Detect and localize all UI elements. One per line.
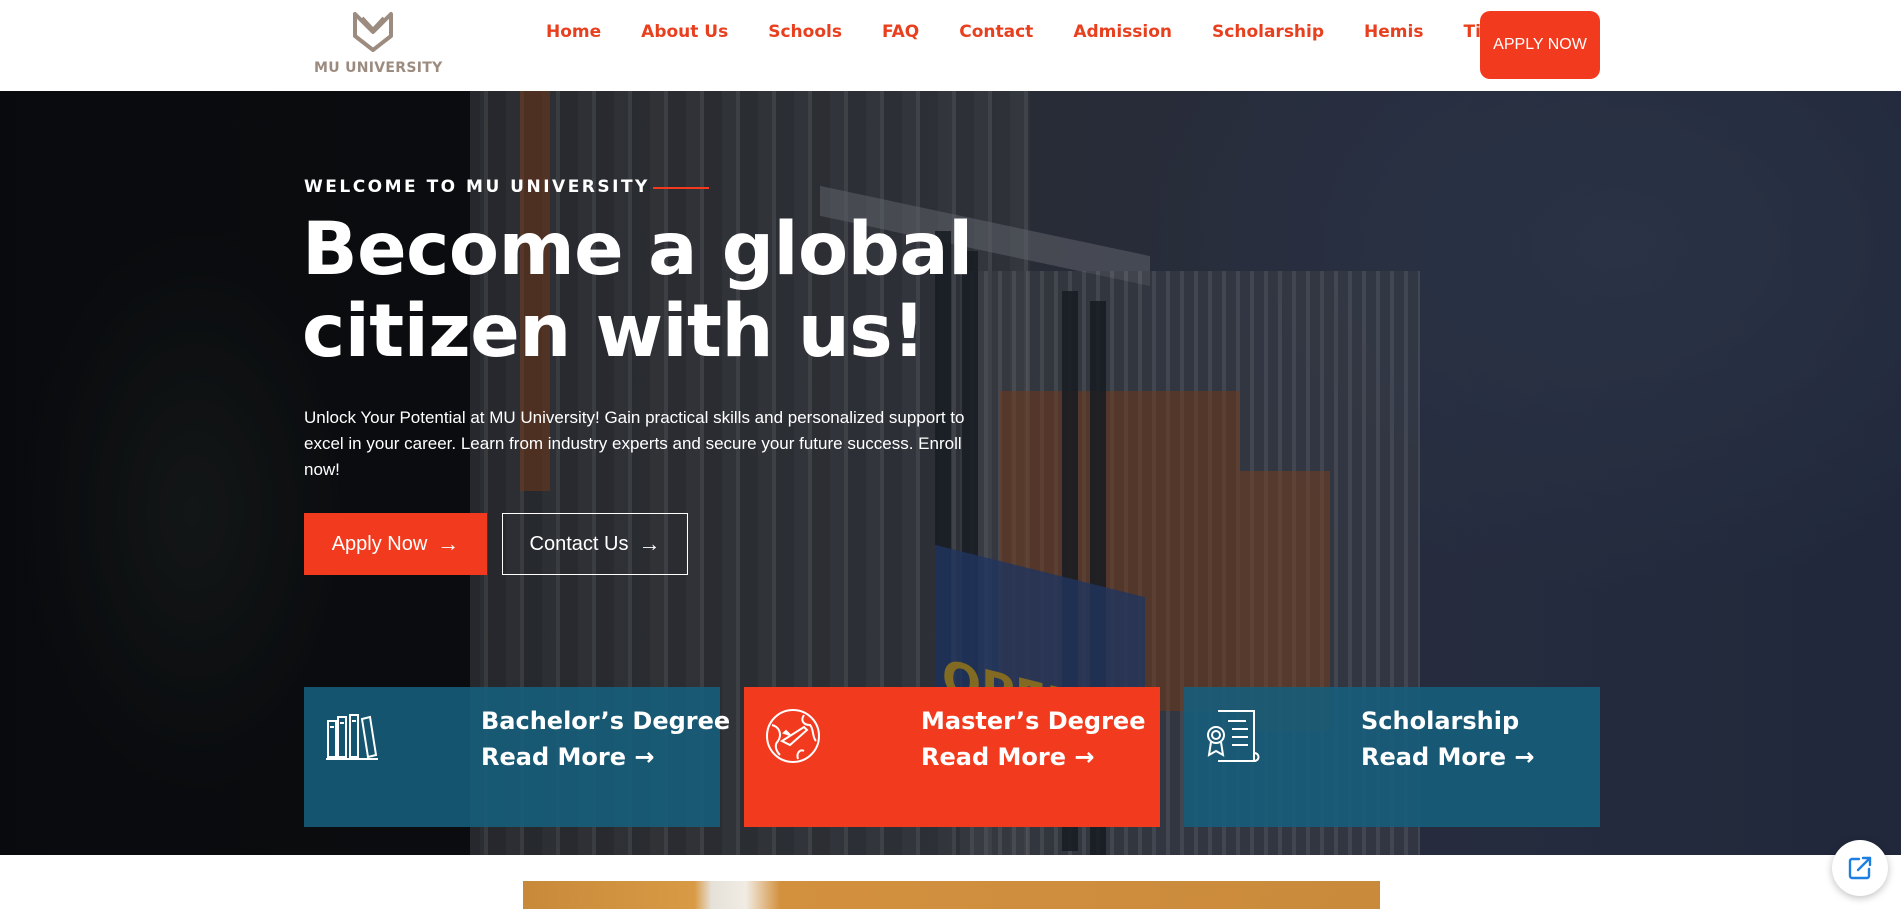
masters-read-more-link[interactable]: Read More →: [921, 743, 1094, 771]
external-link-button[interactable]: [1832, 840, 1888, 896]
hero-headline: Become a global citizen with us!: [302, 209, 1002, 373]
scholarship-card[interactable]: Scholarship Read More →: [1184, 687, 1600, 827]
hero-section: OPEN! WELCOME TO MU UNIVERSITY Become a …: [0, 91, 1901, 855]
nav-scholarship[interactable]: Scholarship: [1192, 20, 1344, 44]
apply-now-button[interactable]: Apply Now →: [304, 513, 487, 575]
scholarship-title: Scholarship: [1361, 707, 1520, 735]
hero-headline-line1: Become a global: [302, 207, 973, 292]
books-icon: [326, 714, 378, 760]
arrow-right-icon: →: [638, 531, 661, 556]
nav-about-us[interactable]: About Us: [621, 20, 748, 44]
nav-schools[interactable]: Schools: [748, 20, 862, 44]
bachelors-degree-title: Bachelor’s Degree: [481, 707, 731, 735]
scholarship-read-more-link[interactable]: Read More →: [1361, 743, 1534, 771]
contact-us-label: Contact Us: [529, 532, 629, 555]
external-link-icon: [1848, 856, 1872, 880]
logo-emblem-icon: [353, 12, 393, 52]
hero-description: Unlock Your Potential at MU University! …: [304, 408, 965, 479]
certificate-icon: [1207, 710, 1260, 762]
site-header: MU UNIVERSITY Home About Us Schools FAQ …: [0, 0, 1901, 91]
nav-home[interactable]: Home: [526, 20, 621, 44]
eyebrow-divider: [653, 187, 709, 189]
contact-us-button[interactable]: Contact Us →: [502, 513, 688, 575]
apply-now-header-button[interactable]: APPLY NOW: [1480, 11, 1600, 79]
bachelors-degree-card[interactable]: Bachelor’s Degree Read More →: [304, 687, 730, 827]
nav-faq[interactable]: FAQ: [862, 20, 939, 44]
nav-hemis[interactable]: Hemis: [1344, 20, 1443, 44]
masters-degree-title: Master’s Degree: [921, 707, 1146, 735]
arrow-right-icon: →: [437, 531, 460, 556]
masters-degree-card[interactable]: Master’s Degree Read More →: [744, 687, 1160, 827]
apply-now-label: Apply Now: [331, 532, 428, 555]
hero-eyebrow: WELCOME TO MU UNIVERSITY: [304, 177, 650, 197]
globe-plane-icon: [766, 709, 820, 763]
bachelors-read-more-link[interactable]: Read More →: [481, 743, 654, 771]
main-nav: Home About Us Schools FAQ Contact Admiss…: [526, 20, 1579, 44]
nav-contact[interactable]: Contact: [939, 20, 1053, 44]
logo-text: MU UNIVERSITY: [314, 60, 443, 76]
hero-headline-line2: citizen with us!: [302, 289, 926, 374]
about-section-image: [523, 881, 1380, 909]
nav-admission[interactable]: Admission: [1053, 20, 1192, 44]
logo[interactable]: MU UNIVERSITY: [312, 10, 442, 78]
